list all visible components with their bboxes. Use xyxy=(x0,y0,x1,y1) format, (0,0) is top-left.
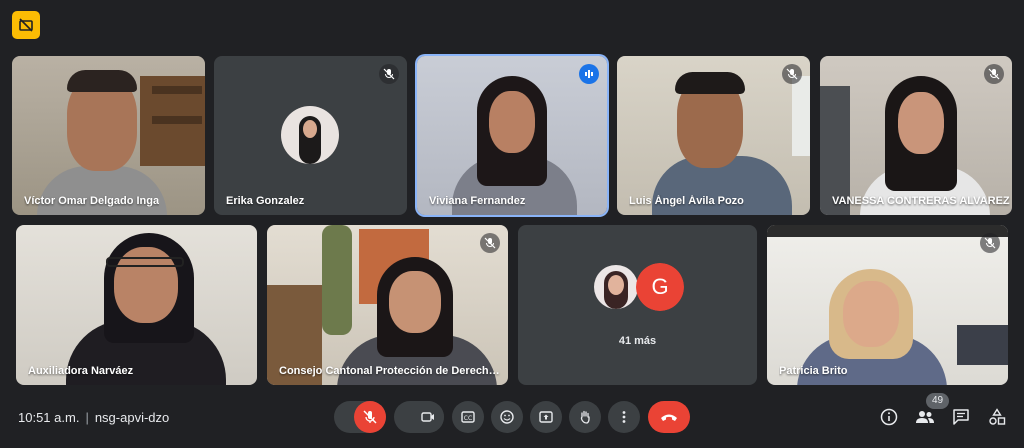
captions-button[interactable]: CC xyxy=(452,401,484,433)
participant-tile[interactable]: Auxiliadora Narváez xyxy=(16,225,257,385)
video-feed xyxy=(12,56,205,215)
meeting-details-button[interactable] xyxy=(877,405,901,429)
video-feed xyxy=(767,225,1008,385)
activities-button[interactable] xyxy=(985,405,1009,429)
present-button[interactable] xyxy=(530,401,562,433)
raise-hand-icon xyxy=(580,410,590,424)
leave-call-button[interactable] xyxy=(648,401,690,433)
mic-off-icon xyxy=(480,233,500,253)
info-icon xyxy=(880,408,898,426)
mic-off-icon xyxy=(782,64,802,84)
more-options-icon xyxy=(622,411,626,423)
participant-tile[interactable]: Patricia Brito xyxy=(767,225,1008,385)
people-count-badge: 49 xyxy=(926,393,950,409)
control-bar: 10:51 a.m. | nsg-apvi-dzo CC xyxy=(0,396,1024,440)
more-participants-label: 41 más xyxy=(618,335,657,347)
video-feed xyxy=(820,56,1012,215)
participant-name: Víctor Omar Delgado Inga xyxy=(24,195,160,207)
emoji-icon xyxy=(500,410,514,424)
speaking-indicator-icon xyxy=(579,64,599,84)
captions-icon: CC xyxy=(461,411,475,423)
meeting-info: 10:51 a.m. | nsg-apvi-dzo xyxy=(18,410,170,425)
avatar: G xyxy=(636,263,684,311)
present-icon xyxy=(539,411,553,423)
mic-toggle-button[interactable] xyxy=(354,401,386,433)
participant-tile[interactable]: Luis Ángel Ávila Pozo xyxy=(617,56,810,215)
meeting-time: 10:51 a.m. xyxy=(18,410,80,425)
presentation-off-icon[interactable] xyxy=(12,11,40,39)
participant-tile[interactable]: Consejo Cantonal Protección de Derecho… xyxy=(267,225,508,385)
more-options-button[interactable] xyxy=(608,401,640,433)
emoji-button[interactable] xyxy=(491,401,523,433)
people-icon xyxy=(916,411,934,423)
participant-name: Patricia Brito xyxy=(779,365,848,377)
avatar xyxy=(281,106,339,164)
activities-icon xyxy=(989,408,1006,425)
participant-name: Viviana Fernandez xyxy=(429,195,526,207)
mic-off-icon xyxy=(379,64,399,84)
participant-name: Erika Gonzalez xyxy=(226,195,305,207)
participant-tile[interactable]: Víctor Omar Delgado Inga xyxy=(12,56,205,215)
participant-name: VANESSA CONTRERAS ALVAREZ xyxy=(832,195,1010,207)
raise-hand-button[interactable] xyxy=(569,401,601,433)
video-feed xyxy=(267,225,508,385)
participant-tile[interactable]: Viviana Fernandez xyxy=(417,56,607,215)
mic-off-icon xyxy=(984,64,1004,84)
video-feed xyxy=(16,225,257,385)
chat-icon xyxy=(953,409,969,425)
hang-up-icon xyxy=(661,414,677,421)
video-feed xyxy=(417,56,607,215)
mic-off-icon xyxy=(980,233,1000,253)
participant-tile[interactable]: Erika Gonzalez xyxy=(214,56,407,215)
avatar-letter: G xyxy=(636,263,684,311)
chat-button[interactable] xyxy=(949,405,973,429)
more-participants-tile[interactable]: G 41 más xyxy=(518,225,757,385)
avatar xyxy=(594,265,638,309)
svg-text:CC: CC xyxy=(464,415,472,422)
participant-name: Auxiliadora Narváez xyxy=(28,365,134,377)
meeting-code: nsg-apvi-dzo xyxy=(94,410,170,425)
video-feed xyxy=(617,56,810,215)
participant-name: Consejo Cantonal Protección de Derecho… xyxy=(279,365,501,377)
participant-tile[interactable]: VANESSA CONTRERAS ALVAREZ xyxy=(820,56,1012,215)
participant-name: Luis Ángel Ávila Pozo xyxy=(629,195,744,207)
camera-icon xyxy=(421,412,434,422)
mic-off-icon xyxy=(363,410,377,424)
camera-toggle-button[interactable] xyxy=(412,401,444,433)
